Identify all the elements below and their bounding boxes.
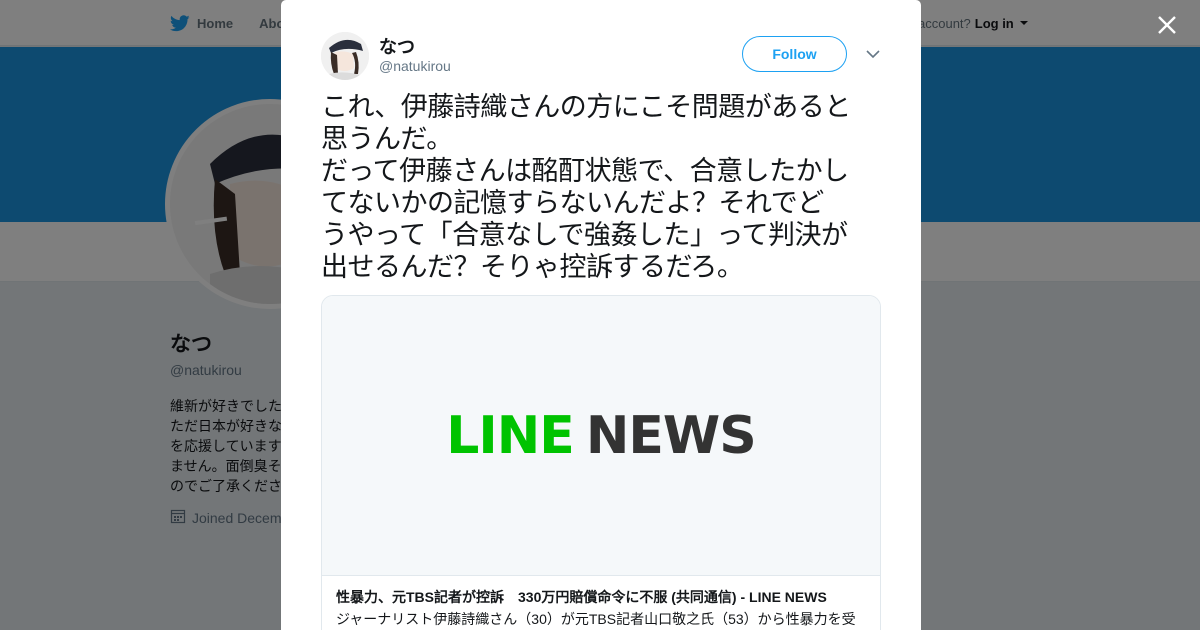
close-modal-button[interactable] (1154, 12, 1180, 38)
chevron-down-icon[interactable] (865, 46, 881, 62)
follow-button[interactable]: Follow (742, 36, 847, 72)
card-image: LINE NEWS (322, 296, 880, 576)
tweet-text: これ、伊藤詩織さんの方にこそ問題があると 思うんだ。 だって伊藤さんは酩酊状態で… (321, 92, 851, 283)
author-name[interactable]: なつ (379, 33, 415, 59)
line-logo-text: LINE (446, 405, 575, 466)
author-handle[interactable]: @natukirou (379, 58, 451, 74)
close-icon (1158, 16, 1176, 34)
news-logo-text: NEWS (585, 405, 757, 466)
card-description: ジャーナリスト伊藤詩織さん（30）が元TBS記者山口敬之氏（53）から性暴力を受 (336, 611, 856, 627)
link-card[interactable]: LINE NEWS 性暴力、元TBS記者が控訴 330万円賠償命令に不服 (共同… (321, 295, 881, 630)
author-avatar[interactable] (321, 32, 369, 80)
tweet-modal: なつ @natukirou Follow これ、伊藤詩織さんの方にこそ問題がある… (281, 0, 921, 630)
card-title: 性暴力、元TBS記者が控訴 330万円賠償命令に不服 (共同通信) - LINE… (336, 589, 827, 605)
